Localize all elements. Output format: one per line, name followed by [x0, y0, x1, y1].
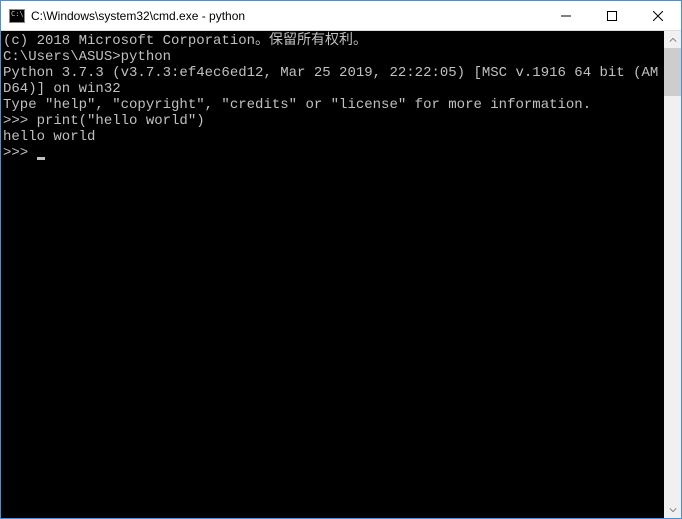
- window-titlebar[interactable]: C:\Windows\system32\cmd.exe - python: [1, 1, 681, 31]
- cursor: [37, 157, 45, 160]
- chevron-up-icon: [669, 36, 677, 44]
- terminal-area: (c) 2018 Microsoft Corporation。保留所有权利。C:…: [1, 31, 681, 518]
- vertical-scrollbar[interactable]: [664, 31, 681, 518]
- window-controls: [543, 1, 681, 30]
- terminal-output[interactable]: (c) 2018 Microsoft Corporation。保留所有权利。C:…: [1, 31, 664, 518]
- scroll-track[interactable]: [664, 48, 681, 501]
- close-icon: [653, 11, 663, 21]
- terminal-line: >>> print("hello world"): [3, 113, 664, 129]
- minimize-button[interactable]: [543, 1, 589, 30]
- minimize-icon: [561, 11, 571, 21]
- cmd-icon: [9, 9, 25, 23]
- scroll-down-button[interactable]: [664, 501, 681, 518]
- scroll-up-button[interactable]: [664, 31, 681, 48]
- terminal-line: C:\Users\ASUS>python: [3, 49, 664, 65]
- terminal-line: Type "help", "copyright", "credits" or "…: [3, 97, 664, 113]
- scroll-thumb[interactable]: [664, 48, 681, 96]
- window-title: C:\Windows\system32\cmd.exe - python: [31, 9, 543, 23]
- terminal-line: Python 3.7.3 (v3.7.3:ef4ec6ed12, Mar 25 …: [3, 65, 664, 97]
- chevron-down-icon: [669, 506, 677, 514]
- terminal-line: >>>: [3, 145, 664, 161]
- close-button[interactable]: [635, 1, 681, 30]
- terminal-line: (c) 2018 Microsoft Corporation。保留所有权利。: [3, 33, 664, 49]
- terminal-line: hello world: [3, 129, 664, 145]
- maximize-icon: [607, 11, 617, 21]
- maximize-button[interactable]: [589, 1, 635, 30]
